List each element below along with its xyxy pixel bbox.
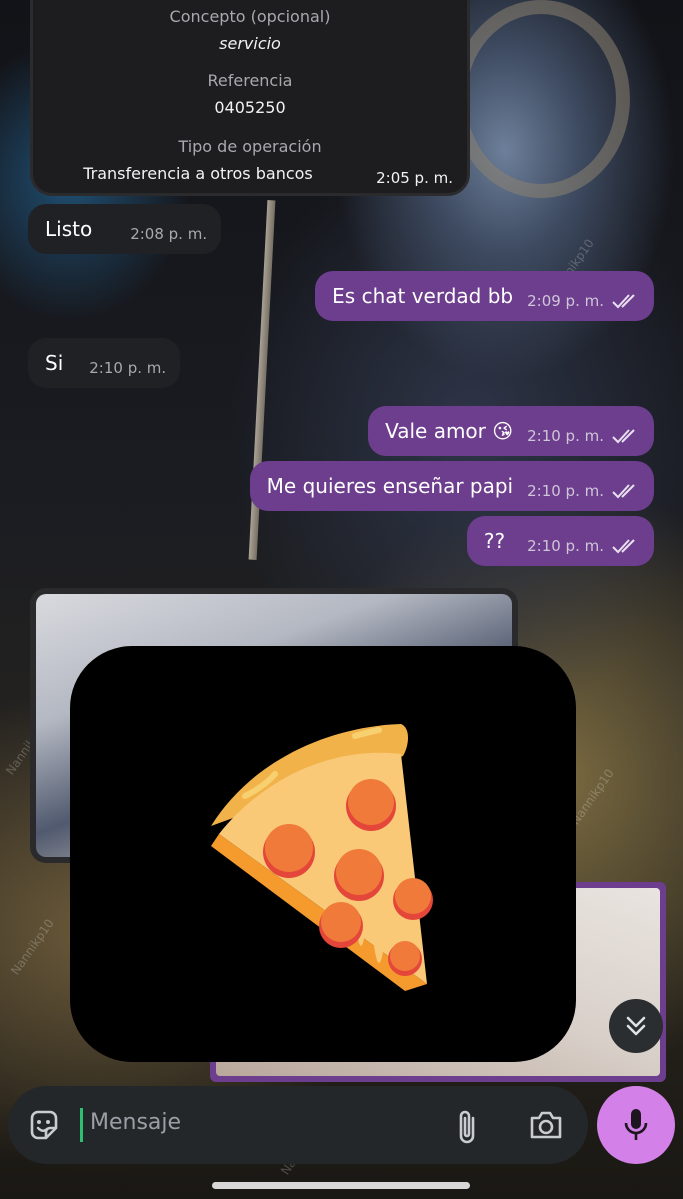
text-caret <box>80 1108 83 1142</box>
outgoing-message[interactable]: ?? 2:10 p. m. <box>466 516 654 566</box>
incoming-message[interactable]: Listo 2:08 p. m. <box>28 204 222 254</box>
wallpaper-halo <box>452 0 630 198</box>
tipo-operacion-value: Transferencia a otros bancos <box>83 164 313 183</box>
scroll-to-bottom-button[interactable] <box>609 999 663 1053</box>
concepto-label: Concepto (opcional) <box>169 7 331 26</box>
read-receipt-icon <box>612 539 635 554</box>
message-input[interactable]: Mensaje <box>90 1110 181 1135</box>
sticker-icon[interactable] <box>26 1108 62 1144</box>
message-text: ?? <box>483 529 506 553</box>
message-time: 2:09 p. m. <box>527 292 604 310</box>
message-time: 2:08 p. m. <box>130 225 208 243</box>
double-chevron-down-icon <box>626 1016 646 1036</box>
message-composer[interactable]: Mensaje <box>8 1086 588 1164</box>
voice-record-button[interactable] <box>597 1086 675 1164</box>
message-time: 2:05 p. m. <box>376 169 453 187</box>
concepto-value: servicio <box>219 34 281 53</box>
outgoing-message[interactable]: Es chat verdad bb 2:09 p. m. <box>315 271 654 321</box>
message-text: Si <box>45 351 64 375</box>
message-time: 2:10 p. m. <box>527 427 604 445</box>
home-indicator[interactable] <box>212 1182 470 1189</box>
microphone-icon <box>624 1109 648 1140</box>
message-time: 2:10 p. m. <box>527 537 604 555</box>
read-receipt-icon <box>612 294 635 309</box>
message-time: 2:10 p. m. <box>527 482 604 500</box>
message-text: Listo <box>45 217 93 241</box>
referencia-label: Referencia <box>207 71 293 90</box>
read-receipt-icon <box>612 429 635 444</box>
message-text: Es chat verdad bb <box>332 284 514 308</box>
attach-icon[interactable] <box>453 1106 481 1146</box>
message-text: Vale amor 😘 <box>385 419 514 443</box>
message-time: 2:10 p. m. <box>89 359 167 377</box>
message-text: Me quieres enseñar papi <box>266 474 514 498</box>
camera-icon[interactable] <box>528 1108 564 1142</box>
pizza-slice-icon <box>211 724 433 991</box>
read-receipt-icon <box>612 484 635 499</box>
tipo-operacion-label: Tipo de operación <box>178 137 322 156</box>
incoming-message[interactable]: Si 2:10 p. m. <box>28 338 181 388</box>
transfer-receipt-message[interactable]: Concepto (opcional) servicio Referencia … <box>30 0 470 196</box>
referencia-value: 0405250 <box>214 98 286 117</box>
outgoing-message[interactable]: Vale amor 😘 2:10 p. m. <box>368 406 654 456</box>
sticker-preview[interactable] <box>70 646 576 1062</box>
outgoing-message[interactable]: Me quieres enseñar papi 2:10 p. m. <box>249 461 654 511</box>
